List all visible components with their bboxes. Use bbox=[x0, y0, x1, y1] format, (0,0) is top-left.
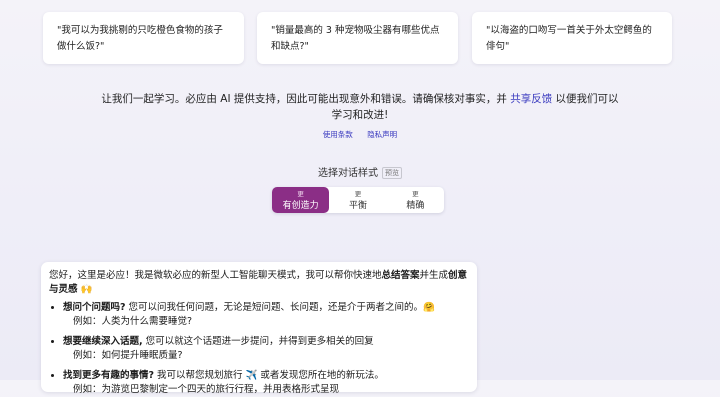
list-item: 想要继续深入话题, 您可以就这个话题进一步提问，并得到更多相关的回复 例如：如何… bbox=[63, 335, 469, 363]
item-example: 例如：人类为什么需要睡觉? bbox=[73, 316, 193, 327]
item-example: 例如：如何提升睡眠质量? bbox=[73, 350, 183, 361]
item-text: 您可以就这个话题进一步提问，并得到更多相关的回复 bbox=[142, 336, 374, 347]
style-option-label: 平衡 bbox=[348, 201, 367, 211]
suggestion-card-2[interactable]: "销量最高的 3 种宠物吸尘器有哪些优点和缺点?" bbox=[257, 12, 458, 64]
style-option-creative[interactable]: 更 有创造力 bbox=[272, 187, 330, 213]
conversation-style-title: 选择对话样式 预览 bbox=[0, 164, 720, 179]
item-title: 想要继续深入话题, bbox=[63, 336, 143, 347]
list-item: 想问个问题吗? 您可以问我任何问题，无论是短问题、长问题，还是介于两者之间的。🤗… bbox=[63, 301, 469, 329]
suggestion-card-1[interactable]: "我可以为我挑剔的只吃橙色食物的孩子做什么饭?" bbox=[43, 12, 244, 64]
suggestion-text: "我可以为我挑剔的只吃橙色食物的孩子做什么饭?" bbox=[57, 25, 223, 52]
raised-hands-emoji: 🙌 bbox=[80, 284, 93, 295]
disclaimer: 让我们一起学习。必应由 AI 提供支持，因此可能出现意外和错误。请确保核对事实，… bbox=[98, 91, 622, 123]
welcome-message: 您好，这里是必应！我是微软必应的新型人工智能聊天模式，我可以帮你快速地总结答案并… bbox=[41, 262, 477, 395]
style-option-label: 有创造力 bbox=[282, 201, 319, 211]
style-option-precise[interactable]: 更 精确 bbox=[387, 187, 444, 213]
suggestion-text: "以海盗的口吻写一首关于外太空鳄鱼的俳句" bbox=[486, 25, 652, 52]
item-title: 想问个问题吗? bbox=[63, 302, 126, 313]
conversation-style-label: 选择对话样式 bbox=[318, 168, 378, 179]
suggestion-card-3[interactable]: "以海盗的口吻写一首关于外太空鳄鱼的俳句" bbox=[472, 12, 672, 64]
style-option-balanced[interactable]: 更 平衡 bbox=[329, 187, 386, 213]
suggestion-text: "销量最高的 3 种宠物吸尘器有哪些优点和缺点?" bbox=[271, 25, 440, 52]
disclaimer-text-before: 让我们一起学习。必应由 AI 提供支持，因此可能出现意外和错误。请确保核对事实，… bbox=[101, 93, 511, 105]
preview-badge: 预览 bbox=[382, 167, 402, 179]
privacy-statement-link[interactable]: 隐私声明 bbox=[367, 130, 397, 139]
item-text: 您可以问我任何问题，无论是短问题、长问题，还是介于两者之间的。🤗 bbox=[125, 302, 435, 313]
welcome-intro: 您好，这里是必应！我是微软必应的新型人工智能聊天模式，我可以帮你快速地总结答案并… bbox=[49, 269, 469, 297]
intro-text: 并生成 bbox=[419, 270, 449, 281]
item-title: 找到更多有趣的事情? bbox=[63, 370, 155, 381]
legal-links: 使用条款 隐私声明 bbox=[0, 129, 720, 140]
item-example: 例如：为游览巴黎制定一个四天的旅行行程，并用表格形式呈现 bbox=[73, 384, 340, 395]
style-option-more: 更 bbox=[297, 190, 304, 198]
intro-bold-summary: 总结答案 bbox=[381, 270, 420, 281]
item-text: 我可以帮您规划旅行 ✈️ 或者发现您所在地的新玩法。 bbox=[154, 370, 384, 381]
style-option-more: 更 bbox=[354, 190, 362, 198]
intro-text: 您好，这里是必应！我是微软必应的新型人工智能聊天模式，我可以帮你快速地 bbox=[49, 270, 382, 281]
terms-of-use-link[interactable]: 使用条款 bbox=[323, 130, 353, 139]
style-option-more: 更 bbox=[412, 190, 419, 198]
style-option-label: 精确 bbox=[406, 201, 425, 211]
feature-list: 想问个问题吗? 您可以问我任何问题，无论是短问题、长问题，还是介于两者之间的。🤗… bbox=[49, 301, 469, 397]
list-item: 找到更多有趣的事情? 我可以帮您规划旅行 ✈️ 或者发现您所在地的新玩法。 例如… bbox=[63, 369, 469, 397]
conversation-style-selector: 更 有创造力 更 平衡 更 精确 bbox=[272, 187, 444, 213]
share-feedback-link[interactable]: 共享反馈 bbox=[510, 93, 552, 105]
